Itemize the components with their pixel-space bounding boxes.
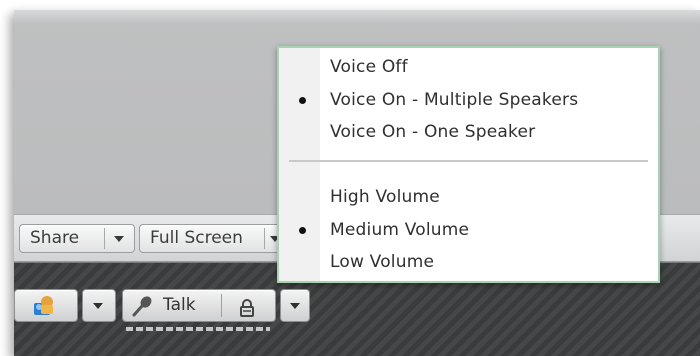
full-screen-button[interactable]: Full Screen: [139, 224, 291, 253]
full-screen-label: Full Screen: [150, 228, 243, 248]
share-button[interactable]: Share: [19, 224, 135, 253]
chevron-down-icon: [93, 303, 103, 309]
menu-item-voice-on-one[interactable]: Voice On - One Speaker: [279, 117, 658, 147]
divider: [104, 228, 105, 249]
share-label: Share: [30, 228, 80, 248]
talk-label: Talk: [163, 295, 196, 315]
audio-options-menu: Voice Off Voice On - Multiple Speakers V…: [277, 46, 660, 283]
lock-icon[interactable]: [239, 297, 255, 328]
webcam-dropdown-button[interactable]: [82, 289, 116, 322]
menu-separator: [289, 160, 648, 162]
divider: [264, 228, 265, 249]
menu-item-label: Voice On - One Speaker: [330, 122, 536, 142]
menu-item-high-volume[interactable]: High Volume: [279, 182, 658, 212]
webcam-button[interactable]: [14, 289, 78, 322]
menu-item-label: Medium Volume: [330, 220, 470, 240]
microphone-icon: [131, 295, 153, 328]
menu-item-label: Voice On - Multiple Speakers: [330, 90, 579, 110]
menu-item-voice-off[interactable]: Voice Off: [279, 52, 658, 82]
audio-options-dropdown[interactable]: [280, 289, 310, 322]
chevron-down-icon: [290, 303, 300, 309]
webcam-icon: [32, 295, 58, 328]
talk-button[interactable]: Talk: [122, 289, 276, 322]
menu-item-label: High Volume: [330, 187, 440, 207]
chevron-down-icon[interactable]: [114, 236, 124, 242]
menu-item-voice-on-multiple[interactable]: Voice On - Multiple Speakers: [279, 85, 658, 115]
window-highlight: [14, 10, 700, 24]
menu-item-label: Low Volume: [330, 252, 435, 272]
volume-meter: [126, 327, 270, 331]
selected-bullet-icon: [299, 227, 306, 234]
divider: [221, 294, 222, 317]
selected-bullet-icon: [299, 97, 306, 104]
menu-item-low-volume[interactable]: Low Volume: [279, 247, 658, 277]
menu-item-medium-volume[interactable]: Medium Volume: [279, 215, 658, 245]
menu-item-label: Voice Off: [330, 57, 408, 77]
